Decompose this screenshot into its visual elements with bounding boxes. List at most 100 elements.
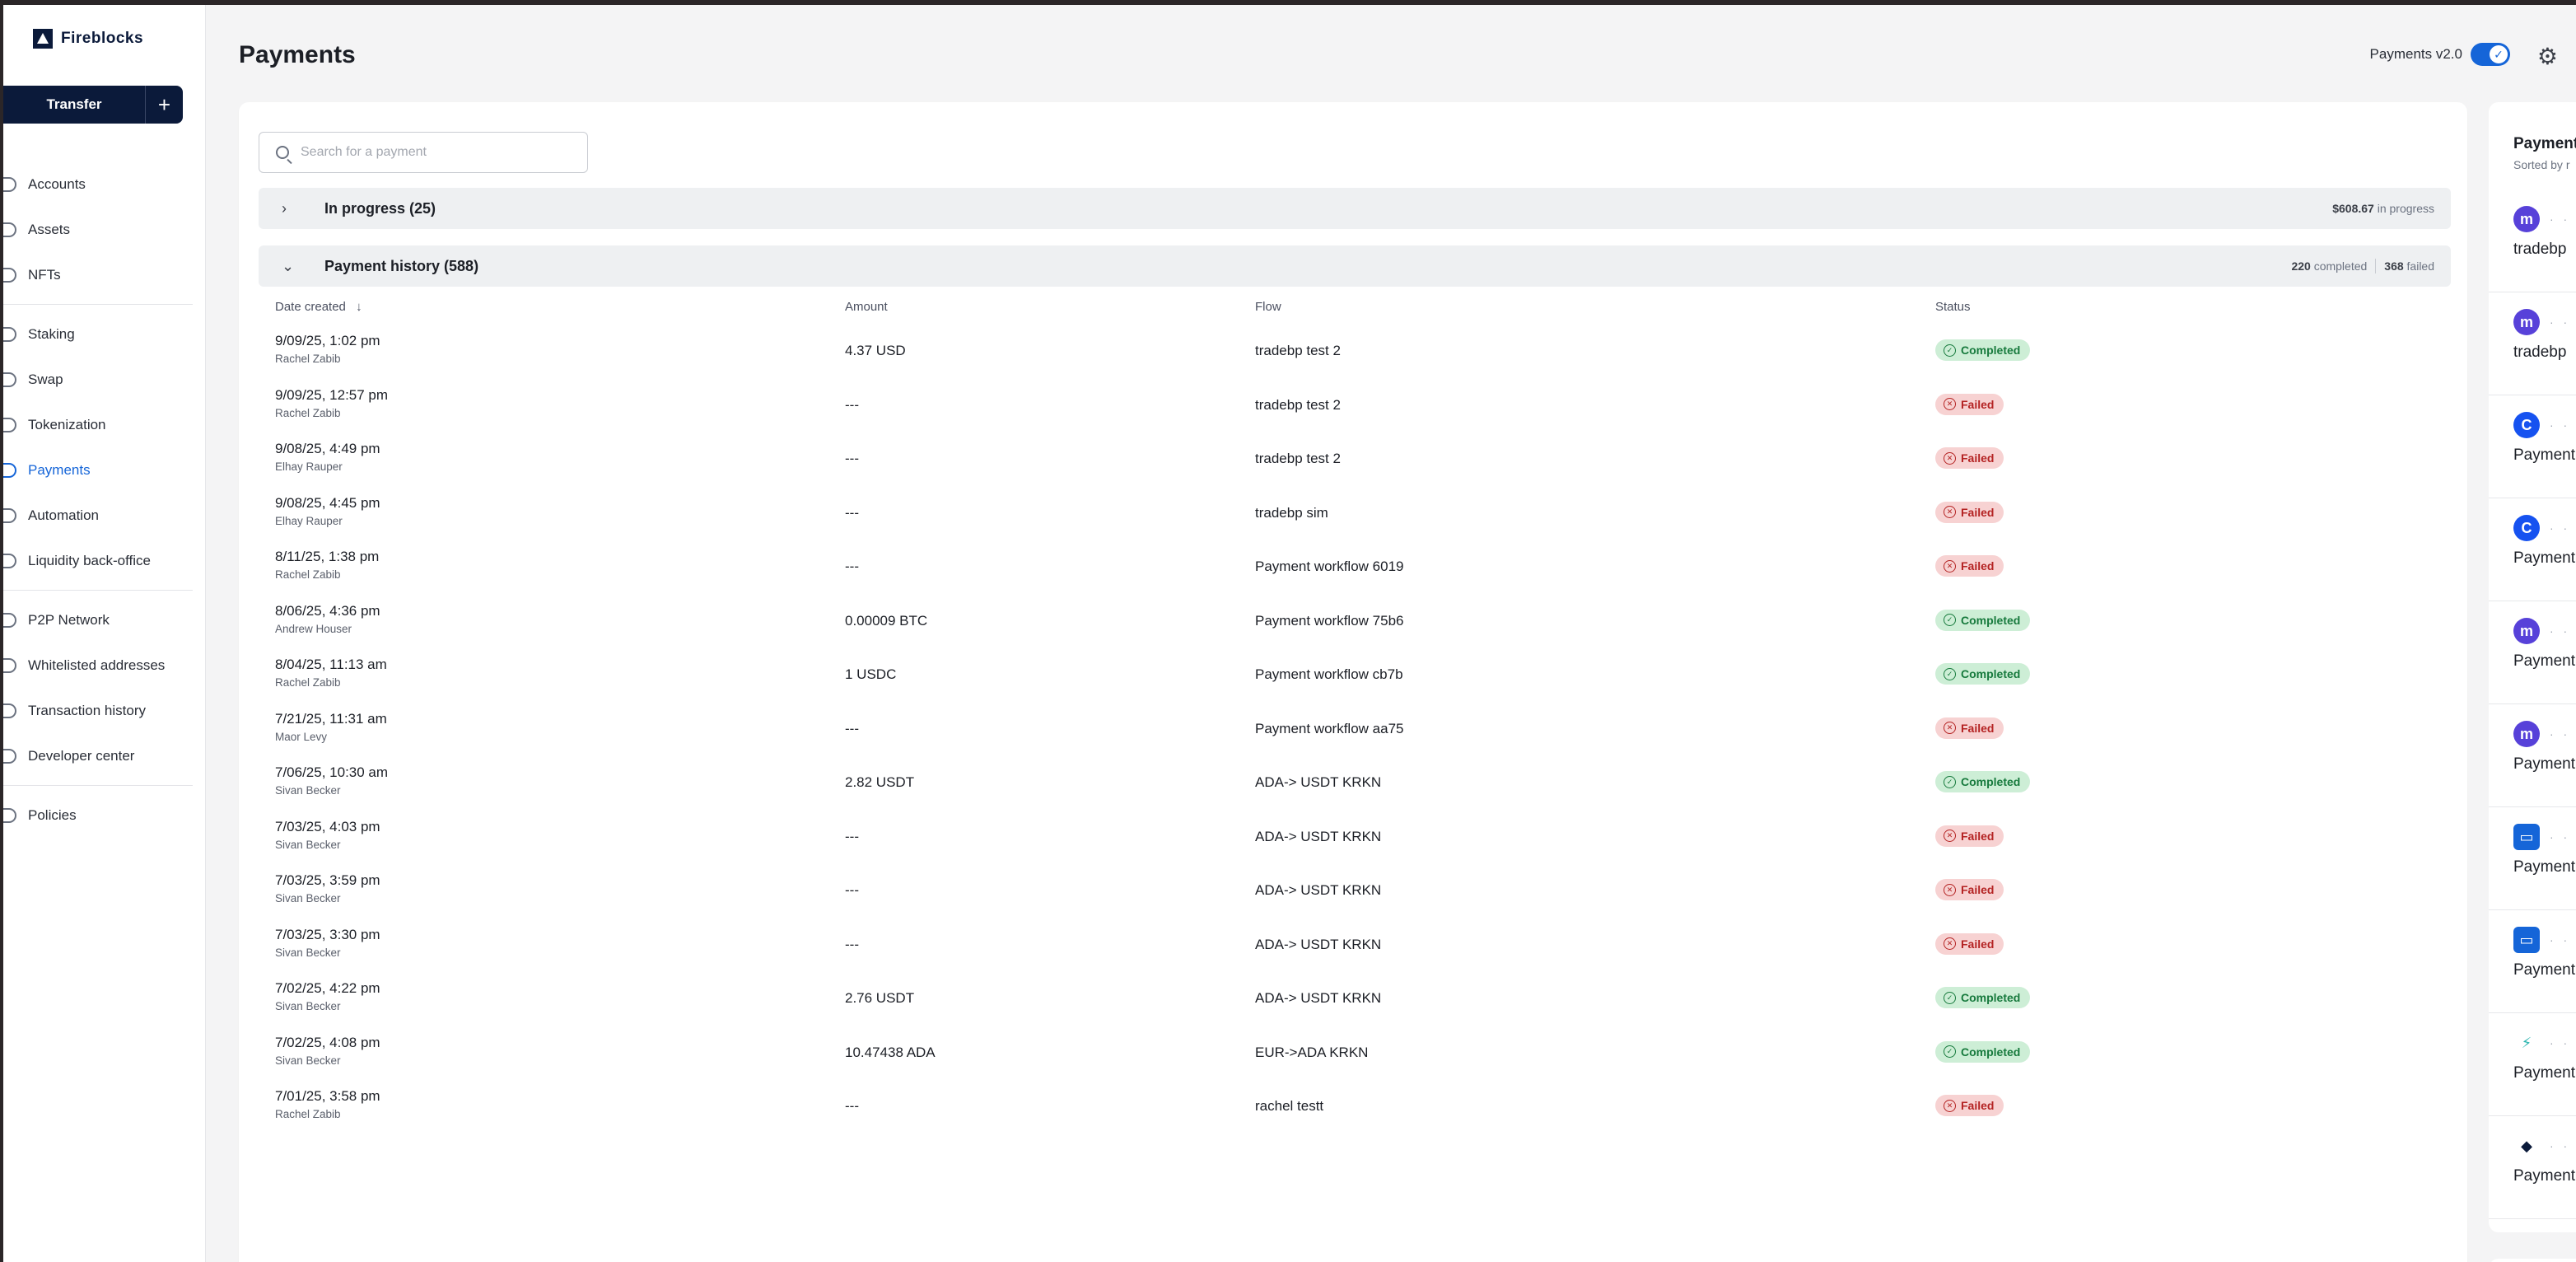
sidebar-item-automation[interactable]: Automation <box>3 493 206 538</box>
payment-card[interactable]: m · · tradebp <box>2489 292 2576 395</box>
sidebar-item-whitelisted-addresses[interactable]: Whitelisted addresses <box>3 643 206 688</box>
sidebar-item-label: Assets <box>28 221 71 237</box>
sidebar-item-accounts[interactable]: Accounts <box>3 161 206 207</box>
date-cell: 9/08/25, 4:45 pm Elhay Rauper <box>275 495 380 527</box>
date-cell: 7/02/25, 4:08 pm Sivan Becker <box>275 1035 380 1067</box>
sidebar-item-nfts[interactable]: NFTs <box>3 252 206 297</box>
sidebar-item-p2p-network[interactable]: P2P Network <box>3 597 206 643</box>
table-row[interactable]: 9/08/25, 4:45 pm Elhay Rauper --- tradebp s… <box>275 487 2449 541</box>
more-dots-icon: · · <box>2550 1036 2571 1049</box>
date-created: 7/21/25, 11:31 am <box>275 710 387 727</box>
sidebar-item-policies[interactable]: Policies <box>3 792 206 838</box>
table-row[interactable]: 7/06/25, 10:30 am Sivan Becker 2.82 USDT AD… <box>275 756 2449 811</box>
table-row[interactable]: 8/04/25, 11:13 am Rachel Zabib 1 USDC Payme… <box>275 648 2449 703</box>
nav-icon <box>3 507 16 523</box>
payment-card[interactable]: ◆ · · Payment <box>2489 1116 2576 1219</box>
sidebar-item-liquidity-back-office[interactable]: Liquidity back-office <box>3 538 206 583</box>
kraken-icon: m <box>2513 309 2540 335</box>
sidebar-item-assets[interactable]: Assets <box>3 207 206 252</box>
date-cell: 7/01/25, 3:58 pm Rachel Zabib <box>275 1088 380 1120</box>
amount-cell: 4.37 USD <box>845 343 906 358</box>
sidebar-item-tokenization[interactable]: Tokenization <box>3 402 206 447</box>
status-cell: ✓ Completed <box>1935 771 2031 792</box>
table-row[interactable]: 9/08/25, 4:49 pm Elhay Rauper --- tradebp t… <box>275 432 2449 487</box>
table-row[interactable]: 7/02/25, 4:22 pm Sivan Becker 2.76 USDT ADA… <box>275 972 2449 1026</box>
table-row[interactable]: 7/03/25, 3:59 pm Sivan Becker --- ADA-> USD… <box>275 864 2449 918</box>
status-text: Completed <box>1961 775 2021 788</box>
table-row[interactable]: 7/03/25, 4:03 pm Sivan Becker --- ADA-> USD… <box>275 811 2449 865</box>
date-cell: 9/09/25, 12:57 pm Rachel Zabib <box>275 387 388 419</box>
nav-icon <box>3 326 16 342</box>
payment-card[interactable]: m · · Payment <box>2489 704 2576 807</box>
in-progress-amount: $608.67 <box>2332 202 2374 215</box>
amount-cell: --- <box>845 828 859 844</box>
bank-card-icon: ▭ <box>2513 927 2540 953</box>
payment-card-label: tradebp <box>2513 241 2567 258</box>
date-created: 9/09/25, 1:02 pm <box>275 333 380 348</box>
payment-card[interactable]: m · · tradebp <box>2489 189 2576 292</box>
amount-cell: 10.47438 ADA <box>845 1044 936 1060</box>
transfer-plus-button[interactable]: + <box>145 86 183 124</box>
gear-icon[interactable]: ⚙ <box>2537 43 2558 70</box>
more-dots-icon: · · <box>2550 933 2571 946</box>
nav-divider <box>3 785 193 786</box>
created-by: Sivan Becker <box>275 784 341 797</box>
more-dots-icon: · · <box>2550 521 2571 535</box>
payment-card[interactable]: ⚡ · · Payment <box>2489 1013 2576 1116</box>
sidebar-nav: Accounts Assets NFTs Staking Swap Tokenizatio… <box>3 161 206 838</box>
table-row[interactable]: 8/11/25, 1:38 pm Rachel Zabib --- Payment w… <box>275 540 2449 595</box>
chevron-down-icon[interactable]: ⌄ <box>282 258 306 275</box>
payments-card: › In progress (25) $608.67 in progress ⌄… <box>239 102 2467 1262</box>
table-row[interactable]: 7/01/25, 3:58 pm Rachel Zabib --- rachel te… <box>275 1080 2449 1134</box>
status-cell: ✓ Completed <box>1935 663 2031 685</box>
payment-card[interactable]: C · · Payment <box>2489 498 2576 601</box>
column-date-created[interactable]: Date created ↓ <box>275 300 362 314</box>
check-circle-icon: ✓ <box>1944 667 1956 680</box>
table-row[interactable]: 7/02/25, 4:08 pm Sivan Becker 10.47438 ADA… <box>275 1026 2449 1081</box>
sidebar-item-transaction-history[interactable]: Transaction history <box>3 688 206 733</box>
flow-cell: ADA-> USDT KRKN <box>1255 990 1382 1006</box>
sidebar-item-developer-center[interactable]: Developer center <box>3 733 206 778</box>
logo[interactable]: Fireblocks <box>33 26 143 51</box>
date-cell: 7/03/25, 3:59 pm Sivan Becker <box>275 872 380 904</box>
status-badge: ✕ Failed <box>1935 447 2004 469</box>
x-circle-icon: ✕ <box>1944 830 1956 842</box>
search-icon <box>276 146 289 159</box>
payment-card[interactable]: ▭ · · Payment <box>2489 910 2576 1013</box>
transfer-button[interactable]: Transfer <box>3 86 145 124</box>
x-circle-icon: ✕ <box>1944 883 1956 896</box>
sidebar-item-staking[interactable]: Staking <box>3 311 206 357</box>
date-created: 8/04/25, 11:13 am <box>275 657 387 672</box>
diamond-logo-icon: ◆ <box>2521 1137 2532 1154</box>
column-status: Status <box>1935 300 1971 314</box>
sort-arrow-icon[interactable]: ↓ <box>356 300 362 314</box>
status-cell: ✕ Failed <box>1935 825 2004 847</box>
chevron-right-icon[interactable]: › <box>282 200 306 217</box>
sidebar-item-swap[interactable]: Swap <box>3 357 206 402</box>
amount-cell: --- <box>845 559 859 574</box>
payment-card[interactable]: ▭ · · Payment <box>2489 807 2576 910</box>
table-row[interactable]: 8/06/25, 4:36 pm Andrew Houser 0.00009 BTC… <box>275 595 2449 649</box>
app-window: Fireblocks Transfer + Accounts Assets NFTs… <box>3 5 2576 1262</box>
table-row[interactable]: 7/21/25, 11:31 am Maor Levy --- Payment wor… <box>275 703 2449 757</box>
in-progress-section[interactable]: › In progress (25) $608.67 in progress <box>259 188 2451 229</box>
table-row[interactable]: 9/09/25, 12:57 pm Rachel Zabib --- tradebp … <box>275 379 2449 433</box>
date-cell: 7/03/25, 4:03 pm Sivan Becker <box>275 819 380 851</box>
nav-icon <box>3 748 16 764</box>
table-row[interactable]: 9/09/25, 1:02 pm Rachel Zabib 4.37 USD trad… <box>275 325 2449 379</box>
fireblocks-logo-icon <box>33 29 53 49</box>
payment-history-title: Payment history (588) <box>324 257 479 274</box>
version-toggle[interactable] <box>2471 43 2510 66</box>
status-cell: ✓ Completed <box>1935 609 2031 631</box>
in-progress-summary: $608.67 in progress <box>2332 202 2434 215</box>
table-row[interactable]: 7/03/25, 3:30 pm Sivan Becker --- ADA-> USD… <box>275 918 2449 973</box>
sidebar-item-payments[interactable]: Payments <box>3 447 206 493</box>
sidebar-item-label: Automation <box>28 507 99 523</box>
x-circle-icon: ✕ <box>1944 722 1956 734</box>
flow-cell: tradebp test 2 <box>1255 343 1341 358</box>
payment-card[interactable]: C · · Payment <box>2489 395 2576 498</box>
search-input[interactable] <box>301 145 564 160</box>
payment-history-section[interactable]: ⌄ Payment history (588) 220 completed 36… <box>259 245 2451 287</box>
payment-card[interactable]: m · · Payment <box>2489 601 2576 704</box>
version-switch: Payments v2.0 <box>2370 43 2510 66</box>
